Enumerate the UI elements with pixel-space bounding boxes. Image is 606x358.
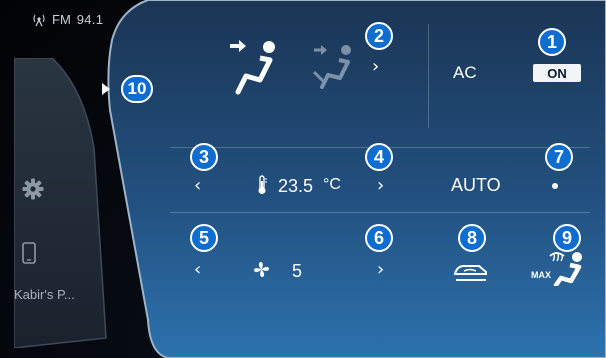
annotation-badge-4: 4	[365, 143, 393, 171]
auto-label: AUTO	[451, 175, 501, 195]
annotation-badge-2: 2	[365, 22, 393, 50]
annotation-badge-3: 3	[190, 143, 218, 171]
thermometer-icon	[258, 175, 267, 194]
annotation-badge-6: 6	[365, 224, 393, 252]
section-divider-vertical	[428, 24, 429, 128]
ac-label: AC	[453, 63, 477, 82]
max-defrost-icon[interactable]	[546, 248, 586, 286]
annotation-badge-1: 1	[538, 28, 566, 56]
ac-toggle-button[interactable]: ON	[533, 64, 581, 82]
annotation-badge-7: 7	[545, 143, 573, 171]
annotation-badge-9: 9	[553, 224, 581, 252]
temperature-decrease-button[interactable]: ‹	[194, 175, 201, 196]
annotation-badge-8: 8	[458, 224, 486, 252]
climate-panel: › AC ON ‹ 23.5 °C › AUTO ‹ 5 › MAX 1 2 3…	[0, 0, 606, 358]
airflow-face-icon[interactable]	[226, 38, 278, 96]
pointer-arrow-icon	[102, 83, 110, 95]
fan-icon	[253, 261, 270, 278]
climate-screen: FM 94.1 Kabir's P... › AC ON ‹ 23.5 °C ›…	[0, 0, 606, 358]
annotation-badge-5: 5	[190, 224, 218, 252]
annotation-badge-10: 10	[121, 75, 153, 103]
airflow-next-button[interactable]: ›	[372, 56, 379, 77]
row-divider-2	[170, 212, 590, 213]
fan-decrease-button[interactable]: ‹	[194, 259, 201, 280]
recirculation-icon[interactable]	[452, 260, 490, 282]
temperature-increase-button[interactable]: ›	[377, 175, 384, 196]
airflow-face-feet-icon[interactable]	[310, 42, 356, 90]
temperature-value: 23.5	[278, 176, 314, 196]
temperature-unit: °C	[323, 176, 341, 193]
fan-speed-value: 5	[292, 261, 303, 281]
auto-indicator-dot[interactable]	[552, 183, 558, 189]
fan-increase-button[interactable]: ›	[377, 259, 384, 280]
